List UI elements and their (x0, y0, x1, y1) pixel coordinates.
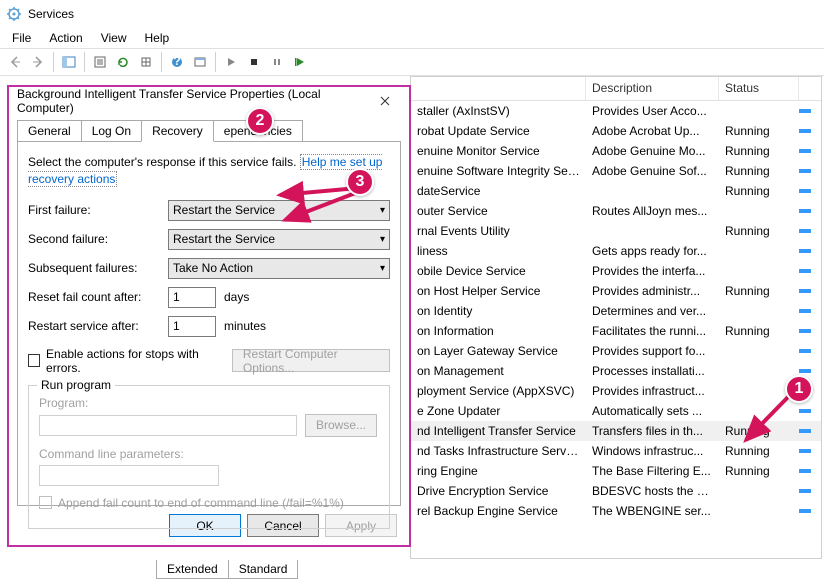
table-row[interactable]: enuine Monitor ServiceAdobe Genuine Mo..… (411, 141, 821, 161)
append-checkbox (39, 496, 52, 509)
run-program-group: Run program Program: Browse... Command l… (28, 385, 390, 529)
properties-dialog: Background Intelligent Transfer Service … (8, 86, 410, 546)
start-icon[interactable] (220, 51, 242, 73)
forward-icon[interactable] (27, 51, 49, 73)
restart-computer-options-button: Restart Computer Options... (232, 349, 390, 372)
console-icon[interactable] (189, 51, 211, 73)
toolbar: ? (0, 48, 824, 76)
intro-text: Select the computer's response if this s… (28, 154, 390, 188)
table-row[interactable]: on Layer Gateway ServiceProvides support… (411, 341, 821, 361)
table-row[interactable]: on InformationFacilitates the runni...Ru… (411, 321, 821, 341)
subsequent-failures-select[interactable]: Take No Action▾ (168, 258, 390, 279)
annotation-2: 2 (246, 107, 274, 135)
view-tabs: Extended Standard (156, 560, 297, 579)
table-row[interactable]: e Zone UpdaterAutomatically sets ... (411, 401, 821, 421)
menu-help[interactable]: Help (137, 29, 178, 47)
table-row[interactable]: nd Tasks Infrastructure ServiceWindows i… (411, 441, 821, 461)
annotation-3: 3 (346, 168, 374, 196)
table-row[interactable]: on Host Helper ServiceProvides administr… (411, 281, 821, 301)
table-row[interactable]: ployment Service (AppXSVC)Provides infra… (411, 381, 821, 401)
menubar: File Action View Help (0, 28, 824, 48)
tab-logon[interactable]: Log On (81, 120, 142, 142)
col-status-header[interactable]: Status (719, 77, 799, 100)
table-row[interactable]: dateServiceRunning (411, 181, 821, 201)
window-titlebar: Services (0, 0, 824, 28)
cmdline-label: Command line parameters: (39, 447, 379, 461)
table-row[interactable]: on ManagementProcesses installati... (411, 361, 821, 381)
tab-extended[interactable]: Extended (156, 560, 229, 579)
reset-label: Reset fail count after: (28, 290, 168, 304)
table-row[interactable]: nd Intelligent Transfer ServiceTransfers… (411, 421, 821, 441)
tab-standard[interactable]: Standard (228, 560, 299, 579)
enable-actions-checkbox[interactable] (28, 354, 40, 367)
table-row[interactable]: on IdentityDetermines and ver... (411, 301, 821, 321)
table-row[interactable]: robat Update ServiceAdobe Acrobat Up...R… (411, 121, 821, 141)
svg-text:?: ? (173, 55, 180, 68)
menu-view[interactable]: View (93, 29, 135, 47)
show-hide-icon[interactable] (58, 51, 80, 73)
program-input (39, 415, 297, 436)
help-icon[interactable]: ? (166, 51, 188, 73)
days-unit: days (224, 290, 249, 304)
restart-label: Restart service after: (28, 319, 168, 333)
dialog-titlebar: Background Intelligent Transfer Service … (9, 87, 409, 115)
dialog-body: Select the computer's response if this s… (17, 141, 401, 506)
menu-file[interactable]: File (4, 29, 39, 47)
program-label: Program: (39, 396, 379, 410)
export-icon[interactable] (135, 51, 157, 73)
chevron-down-icon: ▾ (380, 234, 385, 245)
back-icon[interactable] (4, 51, 26, 73)
list-header: Description Status (411, 77, 821, 101)
chevron-down-icon: ▾ (380, 205, 385, 216)
refresh-icon[interactable] (112, 51, 134, 73)
chevron-down-icon: ▾ (380, 263, 385, 274)
col-name-header[interactable] (411, 77, 586, 100)
reset-days-input[interactable] (168, 287, 216, 308)
browse-button: Browse... (305, 414, 377, 437)
table-row[interactable]: outer ServiceRoutes AllJoyn mes... (411, 201, 821, 221)
table-row[interactable]: rnal Events UtilityRunning (411, 221, 821, 241)
append-label: Append fail count to end of command line… (58, 496, 344, 510)
properties-icon[interactable] (89, 51, 111, 73)
dialog-tabs: General Log On Recovery ependencies (9, 119, 409, 141)
first-failure-label: First failure: (28, 203, 168, 217)
col-desc-header[interactable]: Description (586, 77, 719, 100)
table-row[interactable]: staller (AxInstSV)Provides User Acco... (411, 101, 821, 121)
menu-action[interactable]: Action (41, 29, 90, 47)
stop-icon[interactable] (243, 51, 265, 73)
minutes-unit: minutes (224, 319, 266, 333)
tab-recovery[interactable]: Recovery (141, 120, 214, 142)
enable-actions-label: Enable actions for stops with errors. (46, 347, 220, 375)
second-failure-label: Second failure: (28, 232, 168, 246)
services-icon (6, 6, 22, 22)
restart-icon[interactable] (289, 51, 311, 73)
table-row[interactable]: Drive Encryption ServiceBDESVC hosts the… (411, 481, 821, 501)
window-title: Services (28, 7, 74, 21)
pause-icon[interactable] (266, 51, 288, 73)
first-failure-select[interactable]: Restart the Service▾ (168, 200, 390, 221)
table-row[interactable]: ring EngineThe Base Filtering E...Runnin… (411, 461, 821, 481)
restart-min-input[interactable] (168, 316, 216, 337)
close-button[interactable] (370, 89, 401, 113)
services-list[interactable]: Description Status staller (AxInstSV)Pro… (410, 76, 822, 559)
table-row[interactable]: rel Backup Engine ServiceThe WBENGINE se… (411, 501, 821, 521)
table-row[interactable]: obile Device ServiceProvides the interfa… (411, 261, 821, 281)
subsequent-failures-label: Subsequent failures: (28, 261, 168, 275)
annotation-1: 1 (785, 375, 813, 403)
tab-general[interactable]: General (17, 120, 82, 142)
second-failure-select[interactable]: Restart the Service▾ (168, 229, 390, 250)
table-row[interactable]: linessGets apps ready for... (411, 241, 821, 261)
table-row[interactable]: enuine Software Integrity ServiceAdobe G… (411, 161, 821, 181)
run-program-title: Run program (37, 378, 115, 392)
dialog-title: Background Intelligent Transfer Service … (17, 87, 370, 115)
cmdline-input (39, 465, 219, 486)
